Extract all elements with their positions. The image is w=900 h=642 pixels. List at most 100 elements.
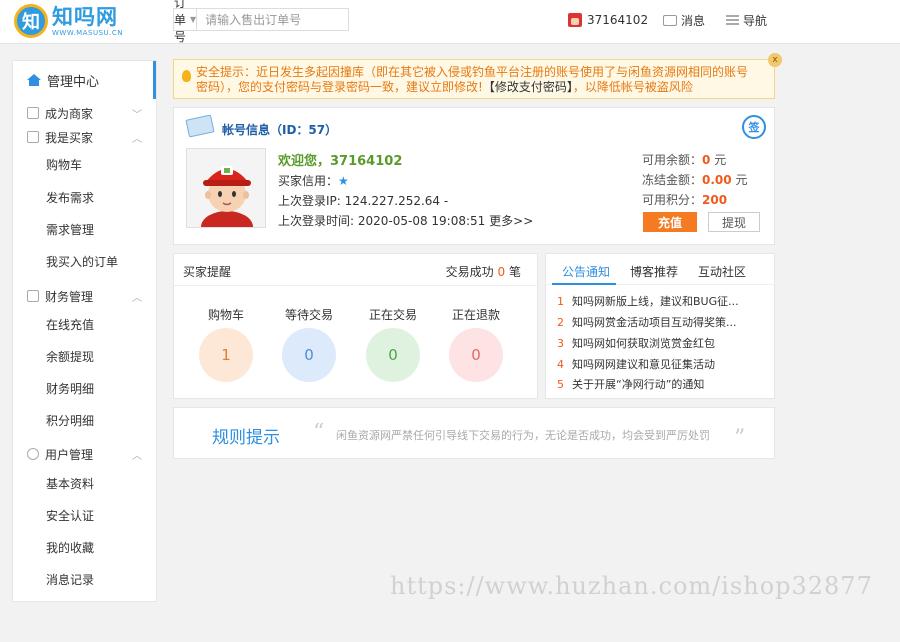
currency-unit: 元 (735, 173, 748, 187)
sidebar-item-post-demand[interactable]: 发布需求 (46, 189, 94, 206)
account-panel: 帐号信息（ID：57） 签 欢迎您，37164102 买家信用：★ 上次登录IP… (173, 107, 775, 245)
tab-community[interactable]: 互动社区 (698, 263, 746, 280)
message-icon (663, 14, 677, 26)
chevron-up-icon: ︿ (132, 293, 142, 304)
navigation-link[interactable]: 导航 (726, 12, 767, 28)
wallet-icon (27, 290, 39, 302)
stat-circle-refunding[interactable]: 0 (449, 328, 503, 382)
notice-item[interactable]: 5 关于开展“净网行动”的通知 (557, 376, 704, 392)
chevron-up-icon: ︿ (132, 134, 142, 145)
sidebar-home-label: 管理中心 (47, 74, 100, 90)
watermark: https://www.huzhan.com/ishop32877 (390, 572, 873, 600)
success-label: 交易成功 (445, 265, 494, 279)
reminder-header: 买家提醒 交易成功 0 笔 (174, 254, 537, 286)
notice-panel: 公告通知 博客推荐 互动社区 1 知吗网新版上线，建议和BUG征... 2 知吗网赏… (545, 253, 775, 399)
security-alert: 安全提示：近日发生多起因撞库（即在其它被入侵或钓鱼平台注册的账号使用了与闲鱼资源… (173, 53, 782, 99)
stat-label-cart: 购物车 (207, 308, 244, 322)
notice-index: 3 (557, 337, 564, 350)
sidebar-item-recharge[interactable]: 在线充值 (46, 316, 94, 333)
sidebar-item-demand-manage[interactable]: 需求管理 (46, 221, 94, 238)
sidebar-item-withdraw[interactable]: 余额提现 (46, 348, 94, 365)
messages-link[interactable]: 消息 (663, 12, 705, 28)
sign-in-icon[interactable]: 签 (742, 115, 766, 139)
notice-text: 关于开展“净网行动”的通知 (572, 378, 705, 391)
sidebar-group-buyer[interactable]: 我是买家 ︿ (13, 127, 156, 147)
search-type-dropdown[interactable]: 订单号 ▼ (174, 0, 198, 44)
available-label: 可用余额： (642, 153, 703, 167)
logo-sub: WWW.MASUSU.CN (52, 29, 123, 37)
close-icon[interactable]: x (768, 53, 782, 67)
sidebar: 管理中心 成为商家 ﹀ 我是买家 ︿ 购物车 发布需求 需求管理 我买入的订单 … (12, 60, 157, 602)
account-title: 帐号信息（ID：57） (222, 123, 338, 137)
notice-item[interactable]: 4 知吗网网建议和意见征集活动 (557, 356, 715, 372)
alert-suffix: ，以降低帐号被盗风险 (572, 80, 693, 94)
frozen-label: 冻结金额： (642, 173, 703, 187)
avatar (568, 13, 582, 27)
withdraw-button[interactable]: 提现 (708, 212, 760, 232)
notice-text: 知吗网新版上线，建议和BUG征... (572, 295, 739, 308)
sidebar-item-profile[interactable]: 基本资料 (46, 475, 94, 492)
recharge-button[interactable]: 充值 (643, 212, 697, 232)
chevron-down-icon: ▼ (190, 15, 197, 24)
notice-index: 5 (557, 378, 564, 391)
sidebar-item-my-orders[interactable]: 我买入的订单 (46, 253, 118, 270)
sidebar-item-favorites[interactable]: 我的收藏 (46, 539, 94, 556)
search-input[interactable] (197, 9, 356, 30)
stat-circle-waiting[interactable]: 0 (282, 328, 336, 382)
sidebar-group-label: 用户管理 (45, 447, 94, 462)
frozen-balance: 冻结金额：0.00 元 (642, 171, 747, 188)
notice-text: 知吗网如何获取浏览赏金红包 (572, 337, 715, 350)
sidebar-item-security[interactable]: 安全认证 (46, 507, 94, 524)
points-value: 200 (702, 193, 728, 207)
notice-index: 2 (557, 316, 564, 329)
search-type-label: 订单号 (174, 0, 187, 44)
more-link[interactable]: 更多>> (489, 214, 533, 228)
stat-label-refunding: 正在退款 (451, 308, 500, 322)
user-menu[interactable]: 37164102 (568, 12, 648, 28)
tab-blog[interactable]: 博客推荐 (630, 263, 678, 280)
currency-unit: 元 (714, 153, 727, 167)
change-pay-password-link[interactable]: 【修改支付密码】 (483, 80, 573, 94)
buyer-reminder-panel: 买家提醒 交易成功 0 笔 购物车 等待交易 正在交易 正在退款 1 0 0 0 (173, 253, 538, 399)
stat-value: 0 (471, 346, 481, 364)
reminder-title: 买家提醒 (183, 265, 232, 279)
notice-item[interactable]: 3 知吗网如何获取浏览赏金红包 (557, 335, 715, 351)
home-icon (27, 74, 41, 86)
stat-circle-cart[interactable]: 1 (199, 328, 253, 382)
rules-panel: 规则提示 “ 闲鱼资源网严禁任何引导线下交易的行为，无论是否成功，均会受到严厉处… (173, 407, 775, 459)
stat-label-waiting: 等待交易 (284, 308, 333, 322)
tab-announcements[interactable]: 公告通知 (562, 263, 610, 280)
avatar-illustration (187, 149, 265, 227)
logo-name: 知吗网 (52, 5, 118, 29)
top-header: 知 知吗网 WWW.MASUSU.CN 订单号 ▼ 37164102 消息 导航 (0, 0, 900, 44)
stat-value: 0 (304, 346, 314, 364)
notice-item[interactable]: 1 知吗网新版上线，建议和BUG征... (557, 293, 739, 309)
stat-value: 1 (221, 346, 231, 364)
notice-item[interactable]: 2 知吗网赏金活动项目互动得奖策... (557, 314, 737, 330)
rules-title: 规则提示 (212, 428, 280, 448)
frozen-value: 0.00 (702, 173, 732, 187)
star-icon: ★ (338, 174, 349, 188)
alert-text: 安全提示：近日发生多起因撞库（即在其它被入侵或钓鱼平台注册的账号使用了与闲鱼资源… (196, 65, 756, 95)
stat-circle-trading[interactable]: 0 (366, 328, 420, 382)
notice-tabs: 公告通知 博客推荐 互动社区 (546, 254, 774, 285)
sidebar-group-merchant[interactable]: 成为商家 ﹀ (13, 103, 156, 123)
bulb-icon (182, 70, 191, 82)
sidebar-group-finance[interactable]: 财务管理 ︿ (13, 286, 156, 306)
success-unit: 笔 (508, 265, 521, 279)
sidebar-group-user[interactable]: 用户管理 ︿ (13, 444, 156, 464)
last-login-time-text: 上次登录时间: 2020-05-08 19:08:51 (278, 214, 486, 228)
sidebar-item-points-detail[interactable]: 积分明细 (46, 412, 94, 429)
last-login-time: 上次登录时间: 2020-05-08 19:08:51 更多>> (278, 212, 533, 229)
sidebar-item-finance-detail[interactable]: 财务明细 (46, 380, 94, 397)
success-count: 交易成功 0 笔 (446, 263, 521, 280)
sidebar-item-home[interactable]: 管理中心 (13, 61, 156, 99)
messages-label: 消息 (681, 13, 706, 28)
welcome-text: 欢迎您，37164102 (278, 154, 403, 169)
sidebar-item-cart[interactable]: 购物车 (46, 156, 82, 173)
nav-label: 导航 (743, 13, 768, 28)
sidebar-item-message-log[interactable]: 消息记录 (46, 571, 94, 588)
site-logo[interactable]: 知 知吗网 WWW.MASUSU.CN (14, 4, 123, 38)
chevron-down-icon: ﹀ (132, 110, 142, 121)
sidebar-group-label: 财务管理 (45, 289, 94, 304)
